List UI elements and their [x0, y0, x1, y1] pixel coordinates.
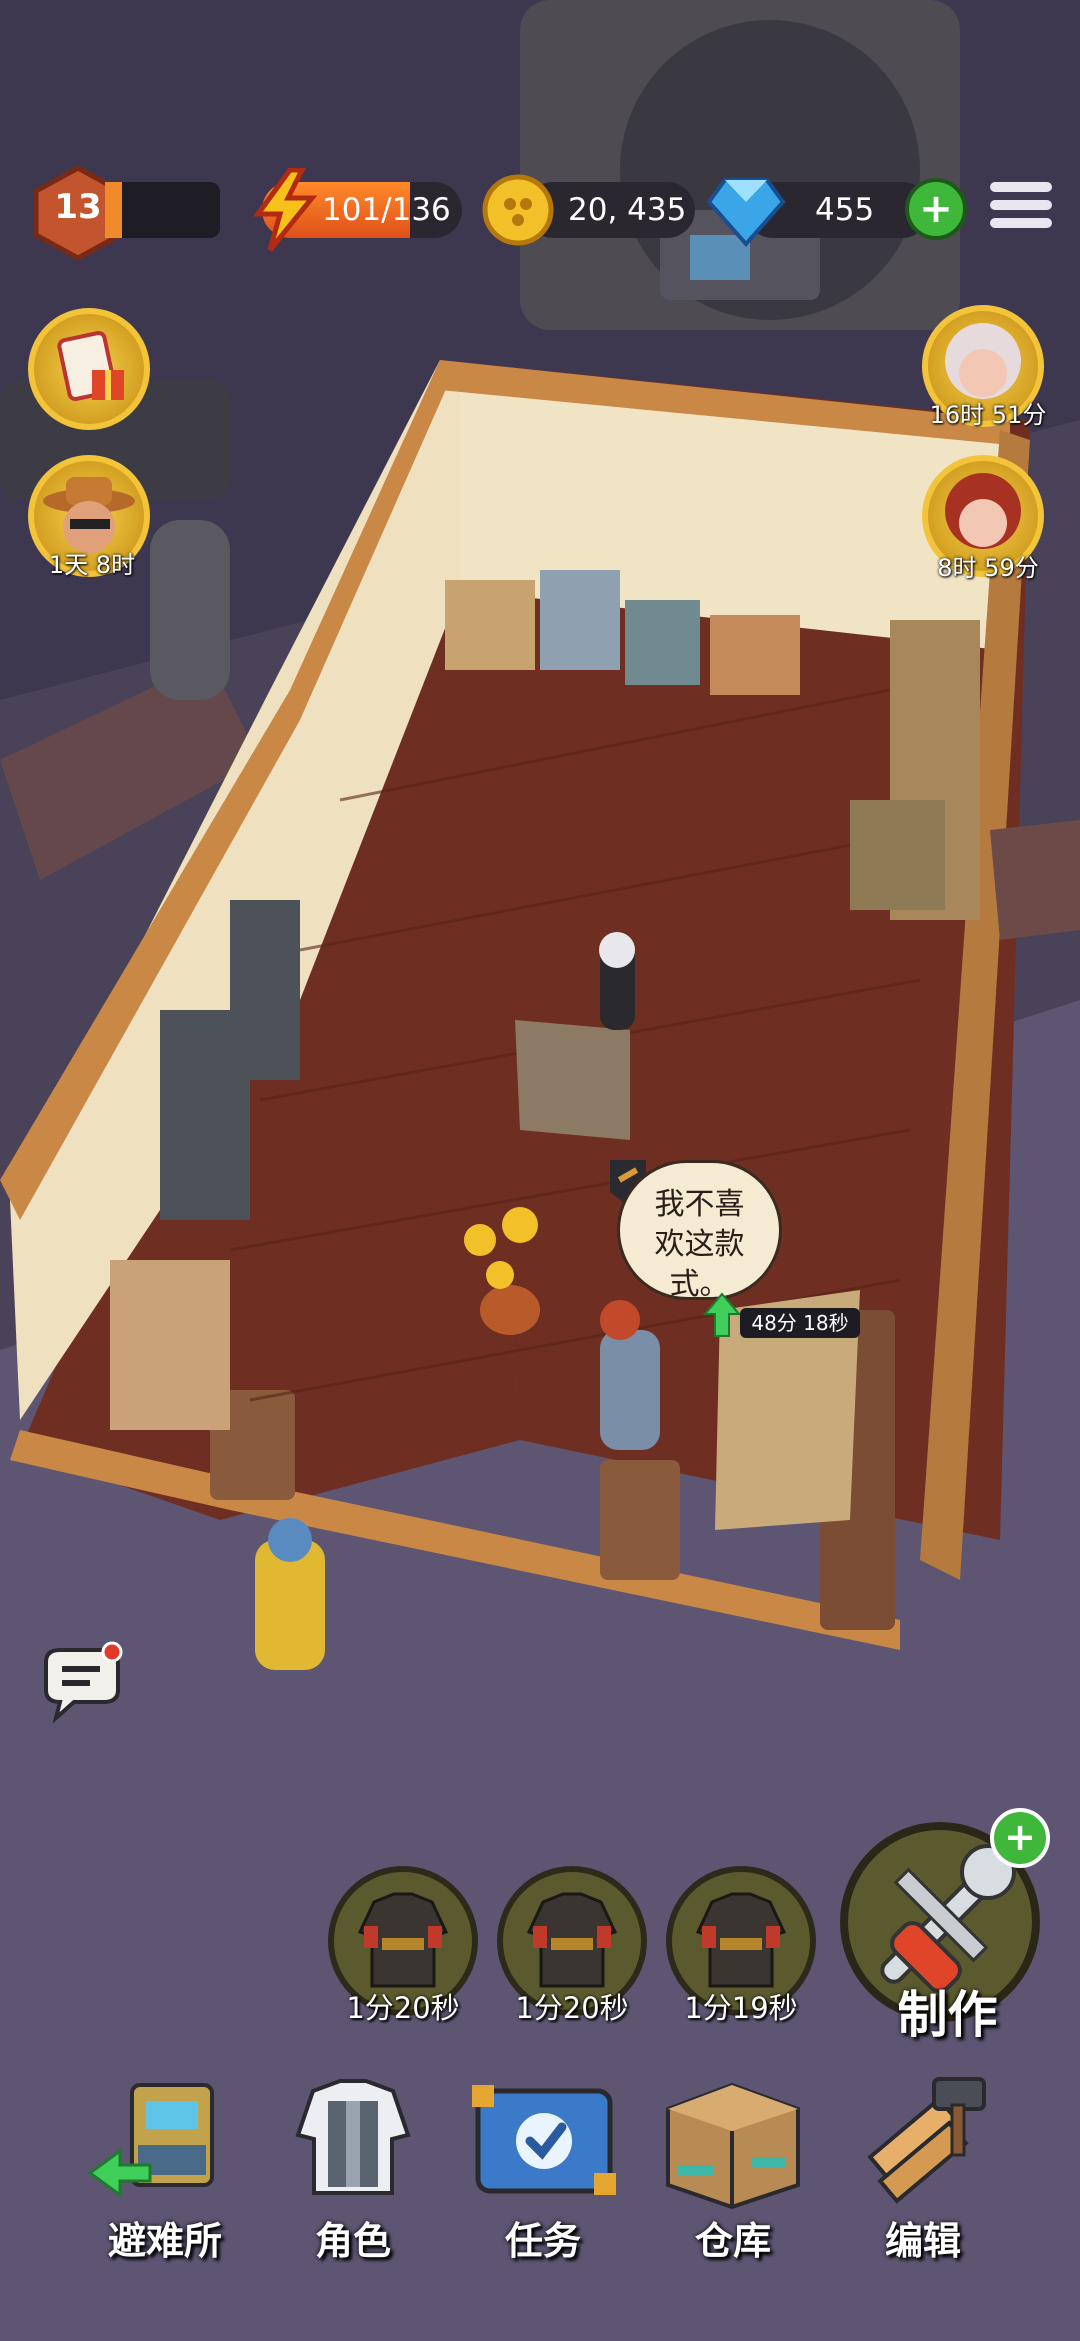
customer-speech-bubble: 我不喜 欢这款 式。	[617, 1160, 782, 1302]
visitor-cowboy-timer: 1天 8时	[48, 551, 136, 579]
hamburger-menu-icon[interactable]	[990, 182, 1052, 238]
vest-icon	[295, 2079, 411, 2195]
nav-tasks[interactable]: 任务	[458, 2065, 628, 2265]
crate-icon	[666, 2082, 800, 2210]
lightning-icon	[253, 168, 318, 252]
craft-button-label: 制作	[897, 1986, 998, 2044]
arrow-up-icon	[703, 1292, 741, 1337]
nav-character-label: 角色	[314, 2219, 391, 2263]
craft-queue-timer-1: 1分20秒	[346, 1991, 460, 2025]
plus-icon: +	[1004, 1815, 1036, 1859]
speech-text-line-3: 式。	[669, 1267, 730, 1302]
nav-edit-label: 编辑	[884, 2219, 961, 2263]
visitor-woman-timer-2: 8时 59分	[937, 554, 1039, 582]
gift-checklist-icon	[57, 330, 124, 402]
craft-add-slot-button[interactable]: +	[990, 1808, 1050, 1868]
craft-queue-timer-3: 1分19秒	[684, 1991, 798, 2025]
hammer-wood-icon	[867, 2077, 986, 2204]
gems-value: 455	[815, 192, 875, 228]
nav-tasks-label: 任务	[504, 2219, 581, 2263]
energy-value: 101/136	[322, 192, 451, 228]
nav-edit[interactable]: 编辑	[838, 2065, 1008, 2265]
chat-bubble-icon	[44, 1641, 123, 1724]
coin-icon	[482, 174, 554, 246]
speech-text-line-2: 欢这款	[654, 1227, 745, 1262]
nav-warehouse-label: 仓库	[694, 2219, 771, 2263]
add-gems-button[interactable]: +	[905, 178, 967, 240]
craft-queue-timer-2: 1分20秒	[515, 1991, 629, 2025]
nav-shelter-label: 避难所	[107, 2219, 222, 2263]
xp-progress-fill	[105, 182, 123, 238]
chat-button[interactable]	[38, 1640, 128, 1724]
shelter-icon	[87, 2083, 214, 2198]
nav-character[interactable]: 角色	[268, 2065, 438, 2265]
speech-text-line-1: 我不喜	[654, 1187, 745, 1222]
xp-progress-bar	[105, 182, 220, 238]
diamond-icon	[706, 178, 786, 248]
coins-value: 20, 435	[568, 192, 687, 228]
plus-icon: +	[919, 186, 953, 232]
nav-warehouse[interactable]: 仓库	[648, 2065, 818, 2265]
event-gift-button[interactable]	[28, 308, 150, 430]
task-check-icon	[472, 2085, 616, 2195]
nav-shelter[interactable]: 避难所	[80, 2065, 250, 2265]
visitor-woman-timer-1: 16时 51分	[929, 401, 1047, 429]
sale-timer: 48分 18秒	[740, 1308, 860, 1338]
